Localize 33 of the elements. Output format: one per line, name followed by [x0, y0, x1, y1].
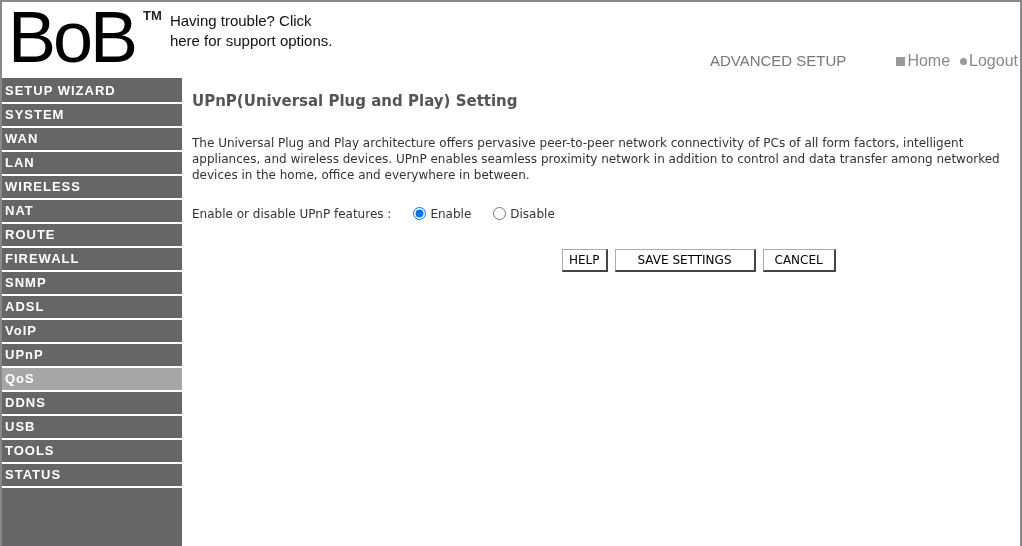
sidebar-item[interactable]: WIRELESS	[2, 176, 182, 200]
sidebar-item[interactable]: STATUS	[2, 464, 182, 488]
sidebar-item[interactable]: WAN	[2, 128, 182, 152]
radio-option[interactable]: Disable	[493, 204, 555, 223]
square-icon	[896, 56, 906, 66]
support-link[interactable]: Having trouble? Click here for support options.	[169, 11, 340, 51]
trademark: TM	[143, 7, 162, 25]
page-title: UPnP(Universal Plug and Play) Setting	[192, 91, 519, 112]
nav-link[interactable]: Home	[896, 49, 951, 73]
section-title: ADVANCED SETUP	[709, 51, 847, 71]
sidebar-item[interactable]: DDNS	[2, 392, 182, 416]
setting-label: Enable or disable UPnP features :	[192, 205, 392, 223]
save-button[interactable]: SAVE SETTINGS	[614, 248, 756, 272]
cancel-button[interactable]: CANCEL	[762, 248, 836, 272]
sidebar-item[interactable]: SYSTEM	[2, 104, 182, 128]
description: The Universal Plug and Play architecture offers pervasive peer-to-peer network connectivity of PCs of all form factors, intelligent appliances, and wireless devices. UPnP enables seamless proximity network in addition to control and data transfer among networked devices in the home, office and everywhere in between.	[192, 134, 1001, 183]
sidebar-item[interactable]: SETUP WIZARD	[2, 80, 182, 104]
sidebar-item[interactable]: VoIP	[2, 320, 182, 344]
sidebar-item[interactable]: SNMP	[2, 272, 182, 296]
sidebar-item[interactable]: ADSL	[2, 296, 182, 320]
radio-button[interactable]	[493, 207, 507, 220]
sidebar-item[interactable]: USB	[2, 416, 182, 440]
logo: BoB	[8, 2, 136, 72]
bullet-icon	[960, 57, 968, 65]
radio-option[interactable]: Enable	[413, 204, 472, 223]
sidebar-item[interactable]: NAT	[2, 200, 182, 224]
sidebar-item[interactable]: FIREWALL	[2, 248, 182, 272]
radio-button[interactable]	[413, 207, 427, 220]
sidebar-item[interactable]: TOOLS	[2, 440, 182, 464]
sidebar-item[interactable]: ROUTE	[2, 224, 182, 248]
sidebar-item[interactable]: LAN	[2, 152, 182, 176]
nav-link[interactable]: Logout	[960, 49, 1018, 73]
help-button[interactable]: HELP	[562, 248, 608, 272]
